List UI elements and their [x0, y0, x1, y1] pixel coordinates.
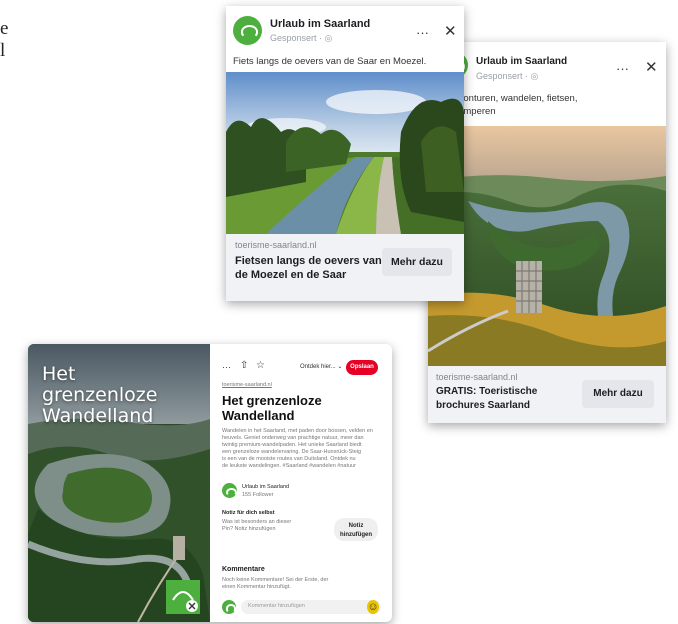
moselle-cycling-image	[226, 72, 464, 234]
saarland-logo-icon	[172, 591, 198, 612]
star-icon[interactable]: ☆	[256, 357, 265, 375]
description-line: Wandelen in het Saarland, met paden door…	[222, 428, 373, 434]
save-button[interactable]: Opslaan	[346, 360, 378, 375]
overlay-title-line: Wandelland	[42, 405, 154, 427]
source-link[interactable]: toerisme-saarland.nl	[222, 382, 272, 389]
pin-detail-panel: ··· ⇧ ☆ Ontdek hier... ⌄ Opslaan toerism…	[210, 344, 392, 622]
advertiser-logo[interactable]	[233, 16, 262, 45]
overlay-title-line: grenzenloze	[42, 384, 158, 406]
sponsored-label: Gesponsert · ◎	[270, 33, 333, 43]
ad-footer[interactable]: toerisme-saarland.nl GRATIS: Toeristisch…	[428, 366, 666, 423]
ad-headline[interactable]: GRATIS: Toeristische brochures Saarland	[436, 385, 537, 413]
author-name[interactable]: Urlaub im Saarland	[242, 484, 289, 491]
pin-title: Het grenzenloze Wandelland	[222, 393, 322, 423]
ad-headline-line: GRATIS: Toeristische	[436, 386, 538, 397]
advertiser-name[interactable]: Urlaub im Saarland	[270, 18, 370, 30]
pinterest-pin-card[interactable]: Het grenzenloze Wandelland ··· ⇧ ☆ Ontde…	[28, 344, 392, 622]
ad-headline[interactable]: Fietsen langs de oevers van de Moezel en…	[235, 254, 382, 282]
more-options-icon[interactable]: ···	[616, 60, 629, 78]
cropped-text: e l	[0, 18, 22, 62]
pin-description: Wandelen in het Saarland, met paden door…	[222, 428, 382, 470]
ad-header: Urlaub im Saarland Gesponsert · ◎ ··· ✕	[226, 6, 464, 50]
comment-input[interactable]: Kommentar hinzufügen ☺	[241, 600, 381, 614]
ad-headline-line: brochures Saarland	[436, 400, 530, 411]
description-line: twintig premium-wandelpaden. Het unieke …	[222, 442, 362, 448]
add-note-button[interactable]: Notiz hinzufügen	[334, 518, 378, 541]
ad-headline-line: Fietsen langs de oevers van	[235, 255, 382, 267]
note-title: Notiz für dich selbst	[222, 510, 275, 516]
more-options-icon[interactable]: ···	[222, 358, 231, 376]
pin-title-line: Wandelland	[222, 408, 295, 423]
description-line: heuvels. Geniet onderweg van prachtige n…	[222, 435, 364, 441]
saarland-logo-badge	[166, 580, 200, 614]
ad-domain: toerisme-saarland.nl	[235, 240, 317, 250]
author-followers: 155 Follower	[242, 492, 274, 498]
comments-title: Kommentare	[222, 566, 265, 573]
overlay-title-line: Het	[42, 363, 76, 385]
close-icon[interactable]: ✕	[444, 23, 457, 41]
cropped-text-line: l	[0, 40, 6, 61]
comments-text-line: einen Kommentar hinzufügt.	[222, 584, 291, 590]
facebook-ad-left[interactable]: Urlaub im Saarland Gesponsert · ◎ ··· ✕ …	[226, 6, 464, 301]
board-select[interactable]: Ontdek hier... ⌄	[300, 364, 342, 371]
ad-footer[interactable]: toerisme-saarland.nl Fietsen langs de oe…	[226, 234, 464, 301]
mehr-dazu-button[interactable]: Mehr dazu	[582, 380, 654, 408]
more-options-icon[interactable]: ···	[416, 24, 429, 42]
advertiser-name[interactable]: Urlaub im Saarland	[476, 56, 567, 67]
cropped-text-line: e	[0, 18, 9, 39]
note-text-line: Was ist besonders an dieser	[222, 519, 292, 525]
add-note-button-line: Notiz	[348, 523, 364, 529]
author-avatar[interactable]	[222, 483, 237, 498]
pin-title-line: Het grenzenloze	[222, 393, 322, 408]
comments-text-line: Noch keine Kommentare! Sei der Erste, de…	[222, 577, 329, 583]
ad-domain: toerisme-saarland.nl	[436, 372, 518, 382]
sponsored-label: Gesponsert · ◎	[476, 71, 539, 81]
commenter-avatar	[222, 600, 237, 614]
description-line: is een van de mooiste routes van Duitsla…	[222, 456, 356, 462]
share-icon[interactable]: ⇧	[240, 357, 248, 375]
description-line: een grenzeloze wandelervaring. De Saar-H…	[222, 449, 362, 455]
ad-caption: Fiets langs de oevers van de Saar en Moe…	[233, 56, 427, 67]
close-icon[interactable]: ✕	[645, 59, 658, 77]
note-text: Was ist besonders an dieser Pin? Notiz h…	[222, 519, 291, 533]
add-note-button-line: hinzufügen	[340, 532, 372, 538]
mehr-dazu-button[interactable]: Mehr dazu	[382, 248, 452, 276]
pin-overlay-title: Het grenzenloze Wandelland	[42, 364, 157, 427]
moselle-cycling-photo[interactable]	[226, 72, 464, 234]
ad-headline-line: de Moezel en de Saar	[235, 269, 347, 281]
emoji-icon[interactable]: ☺	[367, 600, 379, 614]
comments-empty-text: Noch keine Kommentare! Sei der Erste, de…	[222, 577, 328, 591]
pin-image[interactable]: Het grenzenloze Wandelland	[28, 344, 210, 622]
description-line: de leukste wandelingen. #Saarland #wande…	[222, 463, 356, 469]
note-text-line: Pin? Notiz hinzufügen	[222, 526, 276, 532]
comment-placeholder: Kommentar hinzufügen	[248, 603, 305, 609]
